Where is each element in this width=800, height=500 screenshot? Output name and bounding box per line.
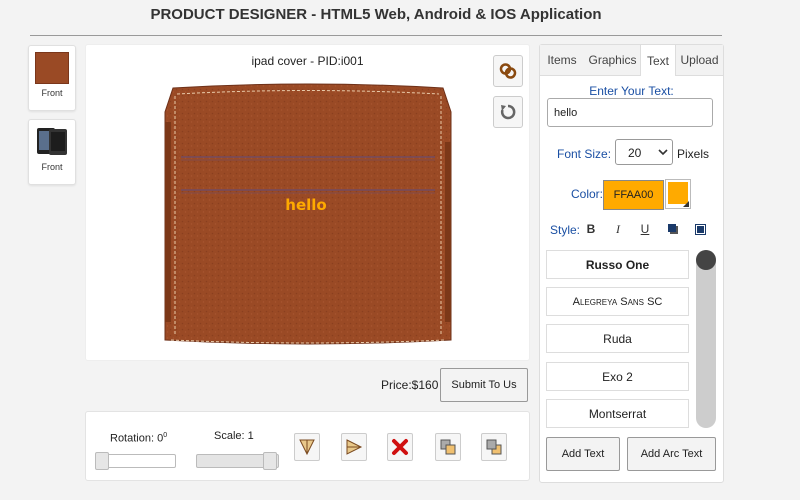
bold-button[interactable]: B bbox=[584, 222, 598, 236]
link-icon bbox=[499, 63, 517, 79]
font-option-ruda[interactable]: Ruda bbox=[546, 324, 689, 353]
color-picker-swatch[interactable] bbox=[665, 179, 691, 209]
bring-forward-button[interactable] bbox=[435, 433, 461, 461]
flip-horizontal-button[interactable] bbox=[341, 433, 367, 461]
ipad-cover-product-image bbox=[164, 83, 452, 345]
product-title: ipad cover - PID:i001 bbox=[251, 54, 364, 68]
bring-forward-icon bbox=[440, 439, 456, 455]
enter-text-label: Enter Your Text: bbox=[589, 84, 674, 98]
color-value-field[interactable]: FFAA00 bbox=[603, 180, 664, 210]
thumbnail-front-ipad[interactable]: Front bbox=[28, 119, 76, 185]
font-option-montserrat[interactable]: Montserrat bbox=[546, 399, 689, 428]
thumbnail-front-cover[interactable]: Front bbox=[28, 45, 76, 111]
link-toggle-button[interactable] bbox=[493, 55, 523, 87]
tab-graphics[interactable]: Graphics bbox=[585, 45, 640, 75]
tab-text[interactable]: Text bbox=[640, 45, 676, 76]
text-shadow-button[interactable] bbox=[666, 222, 680, 236]
submit-button[interactable]: Submit To Us bbox=[440, 368, 528, 402]
style-label: Style: bbox=[550, 223, 581, 237]
degree-sign: 0 bbox=[163, 432, 168, 439]
thumbnail-caption: Front bbox=[41, 88, 63, 98]
add-text-button[interactable]: Add Text bbox=[546, 437, 620, 471]
add-arc-text-button[interactable]: Add Arc Text bbox=[627, 437, 716, 471]
text-input[interactable]: hello bbox=[547, 98, 713, 127]
underline-button[interactable]: U bbox=[638, 222, 652, 236]
rotation-slider-handle[interactable] bbox=[95, 452, 109, 470]
font-list-scrollbar[interactable] bbox=[696, 250, 716, 428]
text-stroke-button[interactable] bbox=[693, 222, 707, 236]
page-title: PRODUCT DESIGNER - HTML5 Web, Android & … bbox=[150, 6, 602, 23]
transform-controls: Rotation: 00 Scale: 1 bbox=[85, 411, 530, 481]
scale-slider-handle[interactable] bbox=[263, 452, 277, 470]
font-option-alegreya-sans-sc[interactable]: Alegreya Sans SC bbox=[546, 287, 689, 316]
rotate-reset-icon bbox=[500, 104, 516, 120]
reset-rotation-button[interactable] bbox=[493, 96, 523, 128]
chevron-down-icon bbox=[658, 149, 668, 156]
italic-button[interactable]: I bbox=[611, 222, 625, 236]
editor-panel: Items Graphics Text Upload Enter Your Te… bbox=[539, 44, 724, 483]
panel-tabs: Items Graphics Text Upload bbox=[540, 45, 723, 76]
send-backward-icon bbox=[486, 439, 502, 455]
font-option-russo-one[interactable]: Russo One bbox=[546, 250, 689, 279]
leather-cover-thumbnail-icon bbox=[35, 52, 69, 84]
delete-button[interactable] bbox=[387, 433, 413, 461]
font-size-label: Font Size: bbox=[557, 147, 612, 161]
font-size-select[interactable]: 20 bbox=[615, 139, 673, 165]
pixels-label: Pixels bbox=[677, 147, 710, 161]
font-list-scroll-thumb[interactable] bbox=[696, 250, 716, 270]
rotation-label: Rotation: 00 bbox=[110, 432, 168, 445]
scale-label: Scale: 1 bbox=[214, 430, 254, 442]
font-size-value: 20 bbox=[628, 146, 642, 160]
price-label: Price:$160 bbox=[381, 378, 439, 392]
flip-vertical-button[interactable] bbox=[294, 433, 320, 461]
delete-icon bbox=[392, 439, 408, 455]
rotation-slider[interactable] bbox=[95, 452, 176, 470]
thumbnail-caption: Front bbox=[41, 162, 63, 172]
title-divider bbox=[30, 35, 722, 36]
font-option-exo-2[interactable]: Exo 2 bbox=[546, 362, 689, 391]
flip-horizontal-icon bbox=[346, 439, 363, 455]
scale-slider[interactable] bbox=[196, 452, 279, 470]
ipad-thumbnail-icon bbox=[36, 126, 68, 158]
picker-arrow-icon bbox=[683, 201, 689, 207]
design-canvas[interactable]: ipad cover - PID:i001 hello bbox=[85, 44, 530, 361]
flip-vertical-icon bbox=[299, 439, 315, 456]
tab-items[interactable]: Items bbox=[540, 45, 584, 75]
shadow-square-icon bbox=[668, 224, 678, 234]
design-text-object[interactable]: hello bbox=[281, 196, 331, 214]
send-backward-button[interactable] bbox=[481, 433, 507, 461]
color-label: Color: bbox=[571, 187, 604, 201]
stroke-square-icon bbox=[694, 223, 706, 235]
tab-upload[interactable]: Upload bbox=[676, 45, 723, 75]
